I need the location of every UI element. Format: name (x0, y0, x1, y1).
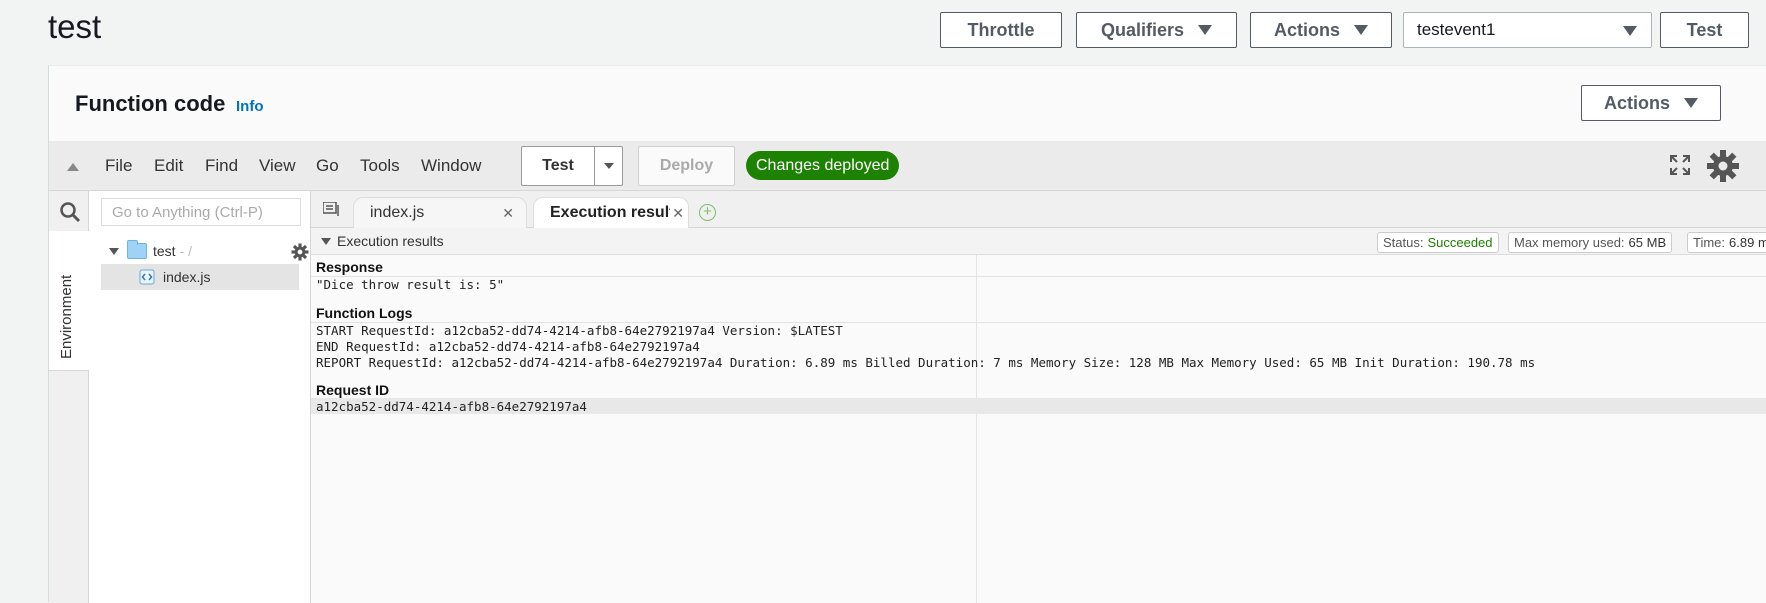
results-title-label: Execution results (337, 233, 444, 249)
chevron-down-icon (1354, 25, 1368, 35)
chevron-down-icon (1684, 98, 1698, 108)
menu-view[interactable]: View (259, 156, 296, 176)
environment-tab[interactable]: Environment (49, 231, 89, 371)
deploy-button[interactable]: Deploy (638, 146, 735, 186)
folder-icon (127, 240, 147, 259)
throttle-button[interactable]: Throttle (940, 12, 1062, 48)
chevron-down-icon (1623, 26, 1637, 36)
search-icon[interactable] (59, 201, 81, 223)
memory-value: 65 MB (1628, 235, 1667, 250)
tree-folder-test[interactable]: test - / (109, 238, 192, 264)
menu-edit[interactable]: Edit (154, 156, 183, 176)
status-badge: Status: Succeeded (1377, 232, 1499, 253)
expand-fullscreen-icon[interactable] (1669, 154, 1691, 176)
throttle-label: Throttle (967, 19, 1035, 40)
time-label: Time: (1693, 235, 1726, 250)
folder-name: test (153, 243, 176, 259)
environment-tab-label: Environment (58, 274, 75, 359)
response-title: Response (316, 259, 383, 275)
column-divider (976, 255, 977, 603)
editor-tab-bar: index.js ✕ Execution results ✕ + (311, 191, 1766, 228)
actions-button[interactable]: Actions (1250, 12, 1392, 48)
tree-file-index-js[interactable]: index.js (101, 264, 299, 290)
ide-toolbar: File Edit Find View Go Tools Window Test… (49, 141, 1766, 191)
side-strip: Environment (49, 191, 89, 603)
panel-header: Function code Info Actions (49, 66, 1766, 141)
tabs-list-icon[interactable] (323, 202, 339, 216)
top-bar: test Throttle Qualifiers Actions testeve… (0, 0, 1766, 65)
tab-index-js[interactable]: index.js ✕ (353, 197, 527, 228)
request-id-value: a12cba52-dd74-4214-afb8-64e2792197a4 (316, 399, 587, 414)
qualifiers-label: Qualifiers (1100, 19, 1185, 40)
ide-test-dropdown[interactable] (595, 147, 622, 185)
response-value: "Dice throw result is: 5" (316, 277, 505, 292)
function-actions-label: Actions (1603, 92, 1670, 113)
test-event-value: testevent1 (1417, 20, 1496, 39)
tab-label: Execution results (550, 204, 684, 221)
qualifiers-button[interactable]: Qualifiers (1076, 12, 1237, 48)
changes-deployed-badge: Changes deployed (746, 151, 900, 180)
divider (311, 276, 1766, 277)
request-id-title: Request ID (316, 382, 390, 398)
menu-go[interactable]: Go (316, 156, 339, 176)
page-title: test (48, 8, 102, 45)
menu-tools[interactable]: Tools (360, 156, 400, 176)
chevron-down-icon (1198, 25, 1213, 35)
max-memory-badge: Max memory used: 65 MB (1508, 232, 1673, 253)
collapse-up-icon[interactable] (67, 163, 79, 171)
editor-area: index.js ✕ Execution results ✕ + Executi… (311, 191, 1766, 603)
ide-test-button[interactable]: Test (521, 146, 623, 186)
function-code-panel: Function code Info Actions File Edit Fin… (48, 65, 1766, 603)
folder-path: - / (179, 243, 193, 259)
menu-find[interactable]: Find (205, 156, 238, 176)
file-name: index.js (163, 269, 211, 285)
test-event-select[interactable]: testevent1 (1403, 12, 1652, 48)
tree-settings-gear-icon[interactable] (291, 243, 309, 261)
log-line: END RequestId: a12cba52-dd74-4214-afb8-6… (316, 339, 700, 354)
log-line: START RequestId: a12cba52-dd74-4214-afb8… (316, 323, 843, 338)
info-link[interactable]: Info (236, 98, 264, 115)
function-logs-title: Function Logs (316, 305, 413, 321)
status-label: Status: (1383, 235, 1424, 250)
memory-label: Max memory used: (1514, 235, 1625, 250)
tab-execution-results[interactable]: Execution results ✕ (533, 197, 689, 228)
function-code-title: Function code (75, 91, 226, 116)
time-value: 6.89 ms (1729, 235, 1766, 250)
test-button[interactable]: Test (1660, 12, 1749, 48)
time-badge: Time: 6.89 ms (1687, 232, 1766, 253)
log-line: REPORT RequestId: a12cba52-dd74-4214-afb… (316, 355, 1536, 370)
close-icon[interactable]: ✕ (670, 205, 684, 222)
file-tree: Go to Anything (Ctrl-P) test - / index.j… (89, 191, 337, 603)
results-title[interactable]: Execution results (321, 233, 444, 249)
close-icon[interactable]: ✕ (502, 205, 514, 222)
goto-anything-input[interactable]: Go to Anything (Ctrl-P) (101, 198, 301, 226)
results-header: Execution results Status: Succeeded Max … (311, 228, 1766, 255)
test-label: Test (1686, 19, 1723, 40)
chevron-down-icon (321, 237, 331, 245)
chevron-down-icon[interactable] (109, 247, 119, 255)
results-body[interactable]: Response "Dice throw result is: 5" Funct… (311, 255, 1766, 603)
menu-window[interactable]: Window (421, 156, 481, 176)
function-actions-button[interactable]: Actions (1581, 85, 1721, 121)
js-file-icon (139, 269, 155, 285)
status-value: Succeeded (1427, 235, 1493, 250)
ide-test-label[interactable]: Test (522, 147, 595, 185)
settings-gear-icon[interactable] (1706, 149, 1740, 183)
tab-label: index.js (370, 204, 425, 221)
chevron-down-icon (603, 163, 614, 169)
actions-label: Actions (1273, 19, 1340, 40)
add-tab-icon[interactable]: + (699, 204, 716, 221)
menu-file[interactable]: File (105, 156, 132, 176)
